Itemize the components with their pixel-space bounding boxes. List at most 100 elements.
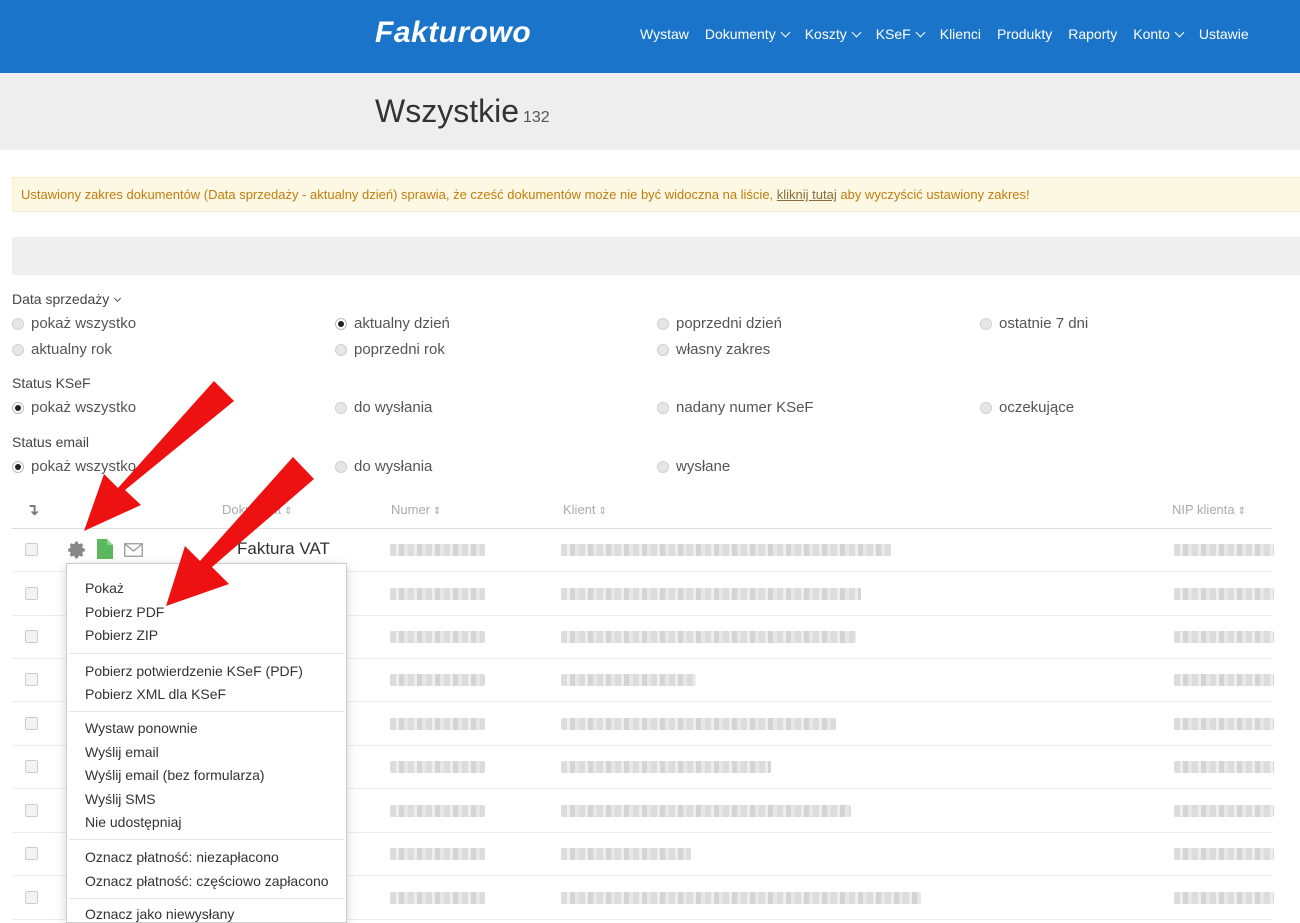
radio-sale-date-last7[interactable]: ostatnie 7 dni — [980, 315, 1088, 332]
top-navbar: Fakturowo Wystaw Dokumenty Koszty KSeF K… — [0, 0, 1300, 73]
radio-email-all[interactable]: pokaż wszystko — [12, 458, 136, 475]
row-checkbox[interactable] — [25, 891, 38, 904]
document-count: 132 — [523, 109, 550, 126]
row-checkbox[interactable] — [25, 717, 38, 730]
chevron-down-icon — [851, 27, 862, 37]
number-cell-redacted — [390, 718, 485, 730]
filter-sale-date-title[interactable]: Data sprzedaży — [12, 291, 122, 307]
number-cell-redacted — [390, 588, 485, 600]
radio-sale-date-previous-year[interactable]: poprzedni rok — [335, 341, 445, 358]
menu-divider — [69, 898, 344, 899]
nip-cell-redacted — [1174, 718, 1274, 730]
nip-cell-redacted — [1174, 674, 1274, 686]
nav-item-ksef[interactable]: KSeF — [876, 26, 926, 42]
menu-item-download-pdf[interactable]: Pobierz PDF — [85, 604, 164, 620]
page-title: Wszystkie 132 — [375, 93, 550, 129]
file-icon[interactable] — [97, 539, 113, 559]
number-cell-redacted — [390, 805, 485, 817]
nip-cell-redacted — [1174, 761, 1274, 773]
number-cell-redacted — [390, 544, 485, 556]
menu-divider — [69, 839, 344, 840]
filter-ksef-status-title: Status KSeF — [12, 375, 91, 391]
menu-item-send-sms[interactable]: Wyślij SMS — [85, 791, 156, 807]
menu-item-show[interactable]: Pokaż — [85, 580, 124, 596]
menu-item-download-ksef-confirmation[interactable]: Pobierz potwierdzenie KSeF (PDF) — [85, 663, 303, 679]
gear-icon[interactable] — [67, 540, 87, 560]
chevron-down-icon — [915, 27, 926, 37]
menu-item-reissue[interactable]: Wystaw ponownie — [85, 720, 198, 736]
radio-sale-date-current-year[interactable]: aktualny rok — [12, 341, 112, 358]
mail-icon[interactable] — [124, 543, 143, 557]
client-cell-redacted — [561, 761, 771, 773]
menu-item-send-email-no-form[interactable]: Wyślij email (bez formularza) — [85, 767, 265, 783]
client-cell-redacted — [561, 674, 696, 686]
document-type[interactable]: Faktura VAT — [237, 539, 330, 559]
column-document[interactable]: Dokument ⇕ — [222, 502, 293, 517]
row-checkbox[interactable] — [25, 587, 38, 600]
radio-sale-date-custom[interactable]: własny zakres — [657, 341, 770, 358]
radio-ksef-all[interactable]: pokaż wszystko — [12, 399, 136, 416]
client-cell-redacted — [561, 544, 891, 556]
row-checkbox[interactable] — [25, 760, 38, 773]
chevron-down-icon — [780, 27, 791, 37]
row-checkbox[interactable] — [25, 673, 38, 686]
number-cell-redacted — [390, 761, 485, 773]
menu-divider — [69, 653, 344, 654]
column-client[interactable]: Klient ⇕ — [563, 502, 607, 517]
toolbar-bar — [12, 237, 1300, 275]
row-checkbox[interactable] — [25, 630, 38, 643]
number-cell-redacted — [390, 674, 485, 686]
nip-cell-redacted — [1174, 848, 1274, 860]
client-cell-redacted — [561, 848, 691, 860]
nip-cell-redacted — [1174, 588, 1274, 600]
page-header: Wszystkie 132 — [0, 73, 1300, 150]
row-checkbox[interactable] — [25, 543, 38, 556]
menu-item-mark-not-sent[interactable]: Oznacz jako niewysłany — [85, 906, 234, 922]
number-cell-redacted — [390, 631, 485, 643]
nav-item-wystaw[interactable]: Wystaw — [640, 26, 689, 42]
menu-item-mark-unpaid[interactable]: Oznacz płatność: niezapłacono — [85, 849, 279, 865]
nav-item-ustawienia[interactable]: Ustawie — [1199, 26, 1249, 42]
column-number[interactable]: Numer ⇕ — [391, 502, 441, 517]
chevron-down-icon — [1174, 27, 1185, 37]
nip-cell-redacted — [1174, 631, 1274, 643]
nip-cell-redacted — [1174, 544, 1274, 556]
number-cell-redacted — [390, 892, 485, 904]
radio-ksef-to-send[interactable]: do wysłania — [335, 399, 432, 416]
radio-email-sent[interactable]: wysłane — [657, 458, 730, 475]
sort-order-icon[interactable]: ↴ — [26, 500, 39, 520]
main-nav: Wystaw Dokumenty Koszty KSeF Klienci Pro… — [640, 26, 1265, 42]
nip-cell-redacted — [1174, 805, 1274, 817]
radio-ksef-assigned[interactable]: nadany numer KSeF — [657, 399, 814, 416]
row-checkbox[interactable] — [25, 804, 38, 817]
clear-range-link[interactable]: kliknij tutaj — [777, 187, 837, 202]
menu-divider — [69, 711, 344, 712]
brand-logo[interactable]: Fakturowo — [375, 16, 531, 50]
column-nip[interactable]: NIP klienta ⇕ — [1172, 502, 1246, 517]
alert-text-end: aby wyczyścić ustawiony zakres! — [836, 187, 1030, 202]
menu-item-unshare[interactable]: Nie udostępniaj — [85, 814, 182, 830]
row-actions-menu: Pokaż Pobierz PDF Pobierz ZIP Pobierz po… — [66, 563, 347, 923]
row-checkbox[interactable] — [25, 847, 38, 860]
client-cell-redacted — [561, 892, 921, 904]
radio-sale-date-all[interactable]: pokaż wszystko — [12, 315, 136, 332]
menu-item-download-ksef-xml[interactable]: Pobierz XML dla KSeF — [85, 686, 226, 702]
client-cell-redacted — [561, 631, 856, 643]
nav-item-konto[interactable]: Konto — [1133, 26, 1185, 42]
radio-sale-date-today[interactable]: aktualny dzień — [335, 315, 450, 332]
radio-ksef-pending[interactable]: oczekujące — [980, 399, 1074, 416]
client-cell-redacted — [561, 718, 836, 730]
nav-item-produkty[interactable]: Produkty — [997, 26, 1052, 42]
nav-item-raporty[interactable]: Raporty — [1068, 26, 1117, 42]
menu-item-mark-partially-paid[interactable]: Oznacz płatność: częściowo zapłacono — [85, 873, 329, 889]
alert-text: Ustawiony zakres dokumentów (Data sprzed… — [21, 187, 777, 202]
filter-email-status-title: Status email — [12, 434, 90, 450]
nav-item-klienci[interactable]: Klienci — [940, 26, 981, 42]
menu-item-download-zip[interactable]: Pobierz ZIP — [85, 627, 158, 643]
nav-item-dokumenty[interactable]: Dokumenty — [705, 26, 791, 42]
menu-item-send-email[interactable]: Wyślij email — [85, 744, 159, 760]
radio-sale-date-yesterday[interactable]: poprzedni dzień — [657, 315, 782, 332]
number-cell-redacted — [390, 848, 485, 860]
radio-email-to-send[interactable]: do wysłania — [335, 458, 432, 475]
nav-item-koszty[interactable]: Koszty — [805, 26, 862, 42]
